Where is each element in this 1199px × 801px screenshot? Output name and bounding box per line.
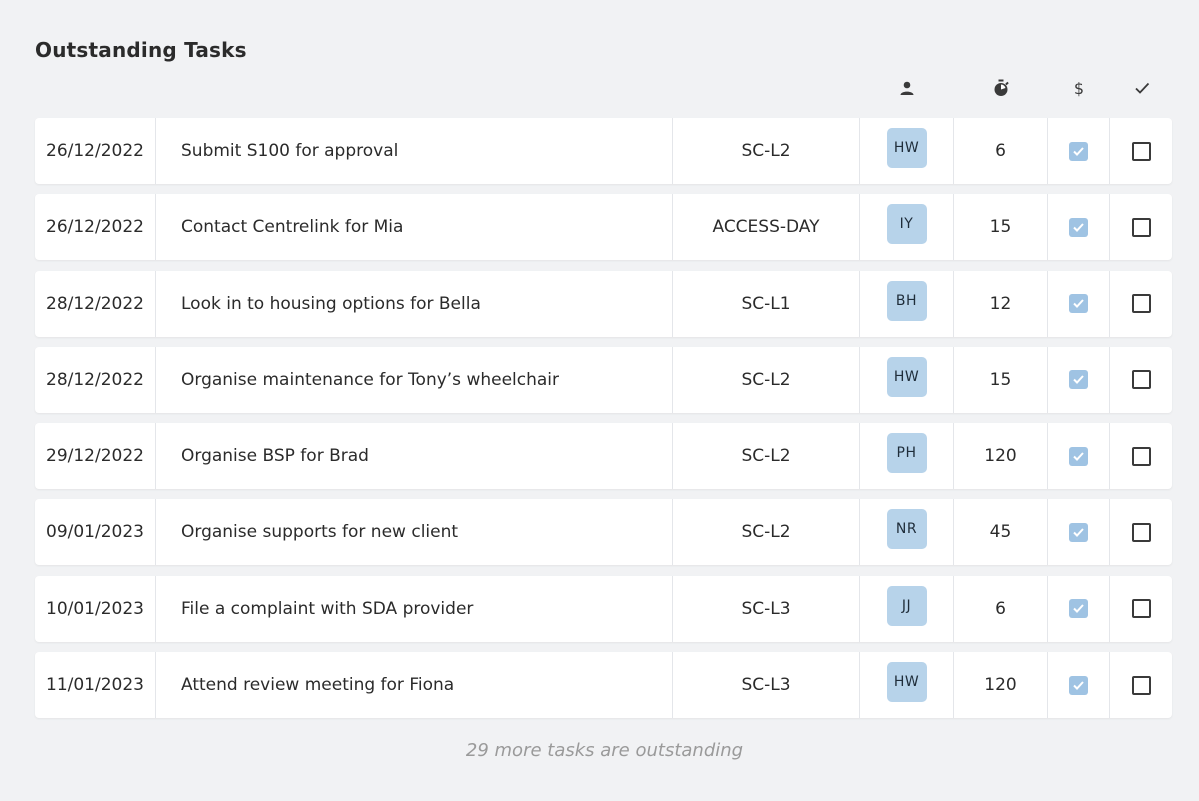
- billable-checkbox[interactable]: [1069, 522, 1088, 542]
- task-row[interactable]: 29/12/2022 Organise BSP for Brad SC-L2 P…: [35, 423, 1172, 490]
- billable-cell: [1048, 652, 1110, 719]
- task-row[interactable]: 09/01/2023 Organise supports for new cli…: [35, 499, 1172, 566]
- billable-checkbox[interactable]: [1069, 370, 1088, 390]
- billable-checkbox[interactable]: [1069, 675, 1088, 695]
- task-row[interactable]: 28/12/2022 Look in to housing options fo…: [35, 270, 1172, 337]
- task-date: 28/12/2022: [35, 270, 156, 337]
- assignee-cell: HW: [860, 118, 954, 184]
- timer-icon: [989, 76, 1013, 100]
- task-date: 10/01/2023: [35, 575, 156, 642]
- more-tasks-note: 29 more tasks are outstanding: [465, 740, 744, 761]
- complete-cell: [1110, 652, 1172, 718]
- task-description: File a complaint with SDA provider: [156, 575, 673, 642]
- task-description: Organise BSP for Brad: [156, 423, 673, 490]
- complete-cell: [1110, 118, 1172, 184]
- task-date: 29/12/2022: [35, 423, 156, 490]
- complete-checkbox[interactable]: [1131, 294, 1151, 314]
- assignee-cell: HW: [860, 652, 954, 719]
- task-minutes: 12: [954, 270, 1048, 337]
- page-title: Outstanding Tasks: [35, 38, 247, 62]
- complete-checkbox[interactable]: [1131, 675, 1151, 695]
- task-description: Organise supports for new client: [156, 499, 673, 566]
- assignee-cell: NR: [860, 499, 954, 566]
- task-description: Organise maintenance for Tony’s wheelcha…: [156, 346, 673, 413]
- billable-cell: [1048, 194, 1110, 261]
- avatar[interactable]: HW: [886, 662, 927, 703]
- task-code: SC-L2: [673, 118, 860, 184]
- billable-checkbox[interactable]: [1069, 217, 1088, 237]
- avatar[interactable]: JJ: [886, 585, 927, 626]
- task-code: SC-L2: [673, 346, 860, 413]
- billable-cell: [1048, 118, 1110, 184]
- task-date: 28/12/2022: [35, 346, 156, 413]
- billable-cell: [1048, 499, 1110, 566]
- task-code: SC-L3: [673, 652, 860, 719]
- task-date: 26/12/2022: [35, 194, 156, 261]
- billable-cell: [1048, 270, 1110, 337]
- billable-checkbox[interactable]: [1069, 599, 1088, 619]
- avatar[interactable]: IY: [886, 204, 927, 245]
- assignee-cell: BH: [860, 270, 954, 337]
- task-row[interactable]: 28/12/2022 Organise maintenance for Tony…: [35, 346, 1172, 413]
- complete-checkbox[interactable]: [1131, 217, 1151, 237]
- task-code: ACCESS-DAY: [673, 194, 860, 261]
- billable-cell: [1048, 575, 1110, 642]
- task-minutes: 15: [954, 346, 1048, 413]
- billable-cell: [1048, 346, 1110, 413]
- task-minutes: 15: [954, 194, 1048, 261]
- dollar-icon: $: [1073, 78, 1085, 98]
- task-minutes: 6: [954, 118, 1048, 184]
- task-code: SC-L1: [673, 270, 860, 337]
- complete-checkbox[interactable]: [1131, 599, 1151, 619]
- complete-cell: [1110, 271, 1172, 337]
- assignee-cell: PH: [860, 423, 954, 490]
- person-icon: [895, 76, 919, 100]
- task-date: 11/01/2023: [35, 652, 156, 719]
- assignee-cell: JJ: [860, 575, 954, 642]
- task-minutes: 45: [954, 499, 1048, 566]
- task-minutes: 120: [954, 423, 1048, 490]
- billable-checkbox[interactable]: [1069, 294, 1088, 314]
- avatar[interactable]: HW: [886, 356, 927, 397]
- task-row[interactable]: 26/12/2022 Submit S100 for approval SC-L…: [35, 118, 1172, 184]
- complete-cell: [1110, 194, 1172, 260]
- complete-cell: [1110, 499, 1172, 565]
- task-date: 26/12/2022: [35, 118, 156, 184]
- complete-cell: [1110, 347, 1172, 413]
- task-description: Contact Centrelink for Mia: [156, 194, 673, 261]
- avatar[interactable]: PH: [886, 433, 927, 474]
- assignee-cell: HW: [860, 346, 954, 413]
- task-list: 26/12/2022 Submit S100 for approval SC-L…: [35, 118, 1172, 728]
- task-code: SC-L2: [673, 423, 860, 490]
- task-minutes: 120: [954, 652, 1048, 719]
- avatar[interactable]: NR: [886, 509, 927, 550]
- task-code: SC-L2: [673, 499, 860, 566]
- complete-cell: [1110, 423, 1172, 489]
- complete-cell: [1110, 576, 1172, 642]
- task-row[interactable]: 11/01/2023 Attend review meeting for Fio…: [35, 652, 1172, 719]
- task-row[interactable]: 10/01/2023 File a complaint with SDA pro…: [35, 575, 1172, 642]
- complete-checkbox[interactable]: [1131, 446, 1151, 466]
- task-minutes: 6: [954, 575, 1048, 642]
- complete-checkbox[interactable]: [1131, 522, 1151, 542]
- task-date: 09/01/2023: [35, 499, 156, 566]
- task-description: Submit S100 for approval: [156, 118, 673, 184]
- column-header-icons: $: [0, 76, 1199, 100]
- billable-checkbox[interactable]: [1069, 446, 1088, 466]
- avatar[interactable]: HW: [886, 128, 927, 168]
- task-description: Attend review meeting for Fiona: [156, 652, 673, 719]
- task-code: SC-L3: [673, 575, 860, 642]
- complete-checkbox[interactable]: [1131, 370, 1151, 390]
- task-row[interactable]: 26/12/2022 Contact Centrelink for Mia AC…: [35, 194, 1172, 261]
- check-icon: [1130, 76, 1154, 100]
- billable-checkbox[interactable]: [1069, 141, 1088, 161]
- assignee-cell: IY: [860, 194, 954, 261]
- avatar[interactable]: BH: [886, 280, 927, 321]
- task-description: Look in to housing options for Bella: [156, 270, 673, 337]
- billable-cell: [1048, 423, 1110, 490]
- complete-checkbox[interactable]: [1131, 141, 1151, 161]
